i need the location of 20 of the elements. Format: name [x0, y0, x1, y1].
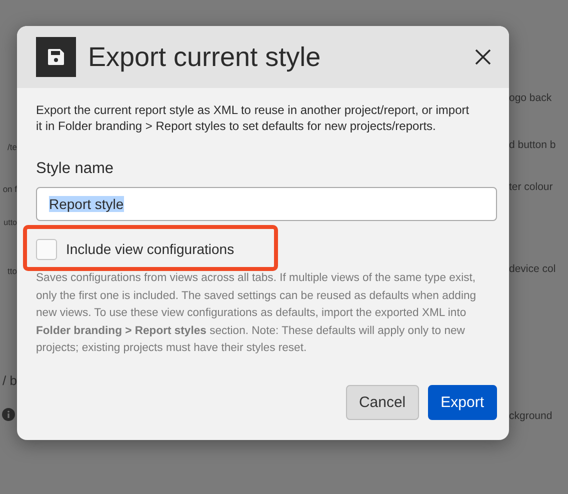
help-text: Saves configurations from views across all tabs. If multiple views of the same type exist, only the first one is included. The saved settings can be reused as defaults when adding new views. To use these view configurations as defaults, import the exported XML into Folder branding > Report styles section. Note: These defaults will apply only to new projects; existing projects must have their styles reset. — [36, 271, 478, 356]
dialog-title: Export current style — [88, 42, 322, 72]
checkbox-label: Include view configurations — [66, 241, 234, 257]
background-text: utto — [4, 217, 17, 229]
background-text: ter colour — [509, 180, 553, 195]
export-button[interactable]: Export — [428, 384, 497, 420]
cancel-button[interactable]: Cancel — [346, 384, 419, 420]
background-text: device col — [509, 262, 556, 277]
background-text: on f — [2, 183, 17, 196]
background-text: d button b — [509, 138, 556, 153]
style-name-field[interactable]: Report style — [36, 187, 497, 221]
background-text: ckground — [509, 409, 552, 424]
field-label: Style name — [36, 160, 115, 178]
background-text: ogo back — [509, 91, 552, 106]
background-text: tto — [8, 265, 17, 278]
dialog-description: Export the current report style as XML to reuse in another project/report, or import it in Folder branding > Report styles to set defaults for new projects/reports. — [36, 102, 470, 134]
save-icon — [36, 37, 76, 77]
background-text: / b — [2, 372, 17, 390]
background-text: /te — [8, 141, 17, 154]
checkbox[interactable] — [36, 238, 57, 260]
